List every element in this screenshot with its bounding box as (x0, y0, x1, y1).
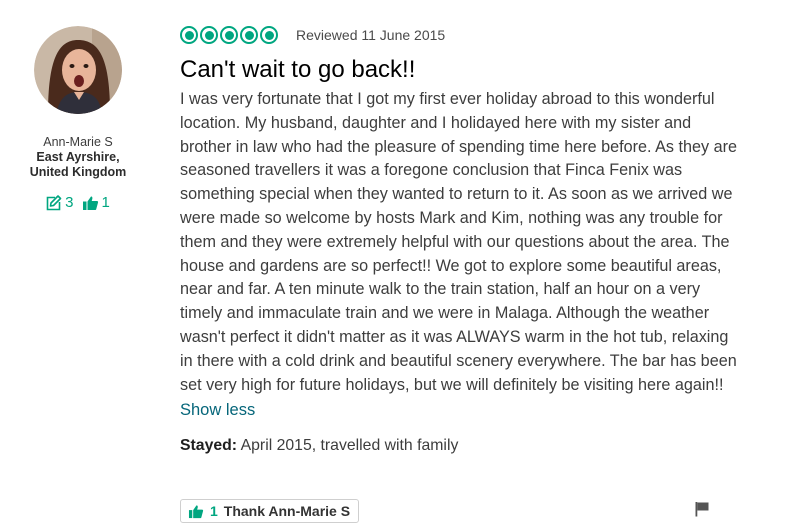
thumbs-up-icon (82, 196, 98, 210)
reviewer-info: Ann-Marie S East Ayrshire, United Kingdo… (20, 26, 136, 211)
reviewer-stats: 3 1 (20, 194, 136, 211)
helpful-votes[interactable]: 1 (82, 194, 110, 211)
thank-count: 1 (210, 503, 218, 519)
helpful-votes-value: 1 (101, 194, 110, 211)
rating-bubble-icon (260, 26, 278, 44)
review-count-value: 3 (65, 194, 74, 211)
rating-bubble-icon (200, 26, 218, 44)
rating-bubble-icon (180, 26, 198, 44)
rating-bubbles (180, 26, 278, 44)
thank-label: Thank Ann-Marie S (223, 503, 351, 519)
avatar[interactable] (34, 26, 122, 114)
stayed-info: Stayed: April 2015, travelled with famil… (180, 437, 740, 455)
review-body: I was very fortunate that I got my first… (180, 90, 738, 394)
rating-row: Reviewed 11 June 2015 (180, 20, 740, 50)
review-date: Reviewed 11 June 2015 (296, 27, 446, 43)
review: Reviewed 11 June 2015 Can't wait to go b… (180, 20, 740, 455)
rating-bubble-icon (240, 26, 258, 44)
review-count[interactable]: 3 (46, 194, 74, 211)
reviewer-name[interactable]: Ann-Marie S (20, 135, 136, 150)
rating-bubble-icon (220, 26, 238, 44)
thank-button[interactable]: 1 Thank Ann-Marie S (180, 499, 360, 523)
flag-icon[interactable] (694, 501, 710, 517)
show-less-link[interactable]: Show less (180, 401, 255, 420)
review-count-icon (46, 194, 62, 210)
thumbs-up-icon (188, 504, 204, 518)
review-title[interactable]: Can't wait to go back!! (180, 54, 740, 86)
reviewer-location: East Ayrshire, United Kingdom (29, 150, 127, 179)
stayed-label: Stayed: (180, 437, 238, 455)
stayed-value: April 2015, travelled with family (240, 437, 459, 455)
